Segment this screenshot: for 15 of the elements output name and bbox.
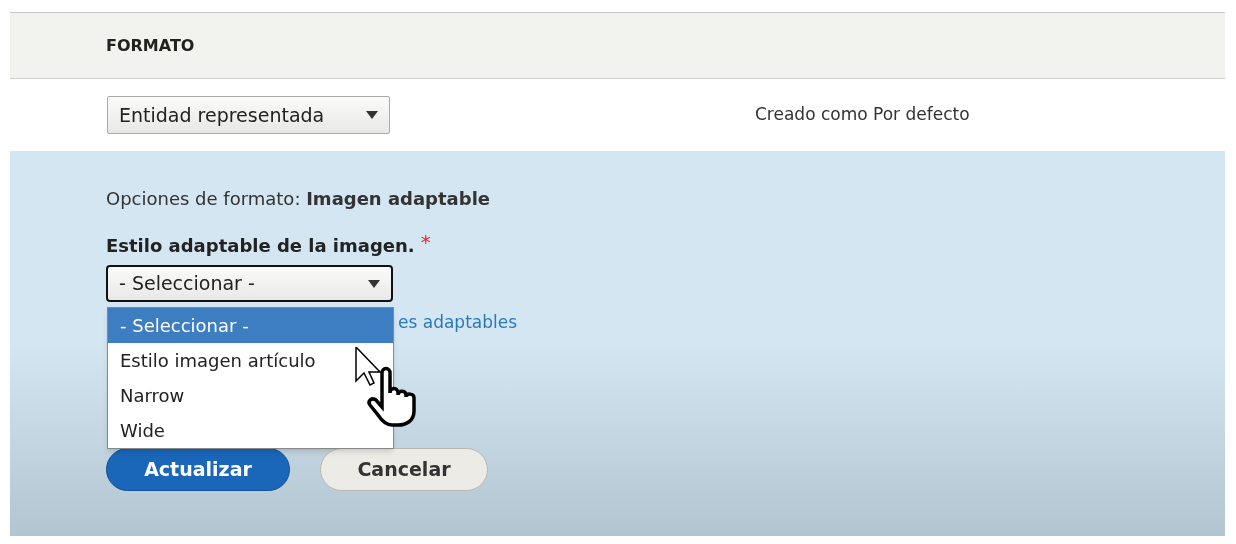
format-summary: Opciones de formato: Imagen adaptable xyxy=(106,187,492,211)
section-title: FORMATO xyxy=(106,34,195,57)
dropdown-option[interactable]: Estilo imagen artículo xyxy=(108,343,393,378)
caret-icon xyxy=(368,279,380,288)
cancel-button[interactable]: Cancelar xyxy=(320,448,488,491)
dropdown-option[interactable]: Wide xyxy=(108,413,393,448)
status-text: Creado como Por defecto xyxy=(755,103,970,127)
caret-icon xyxy=(366,111,378,119)
format-select[interactable]: Entidad representada xyxy=(107,96,390,134)
field-label: Estilo adaptable de la imagen. xyxy=(106,234,415,258)
required-mark: * xyxy=(420,232,431,252)
link[interactable]: es adaptables xyxy=(398,312,518,332)
dropdown-option[interactable]: - Seleccionar - xyxy=(108,308,393,343)
style-select[interactable]: - Seleccionar - xyxy=(106,265,393,302)
update-button[interactable]: Actualizar xyxy=(106,448,290,491)
